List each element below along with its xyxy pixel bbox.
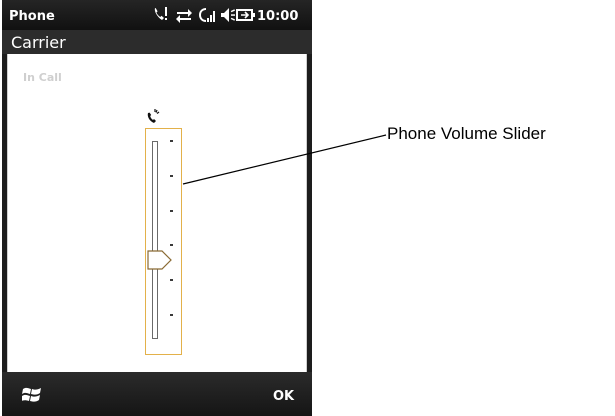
callout-line — [182, 134, 387, 185]
callout-label: Phone Volume Slider — [387, 124, 546, 143]
